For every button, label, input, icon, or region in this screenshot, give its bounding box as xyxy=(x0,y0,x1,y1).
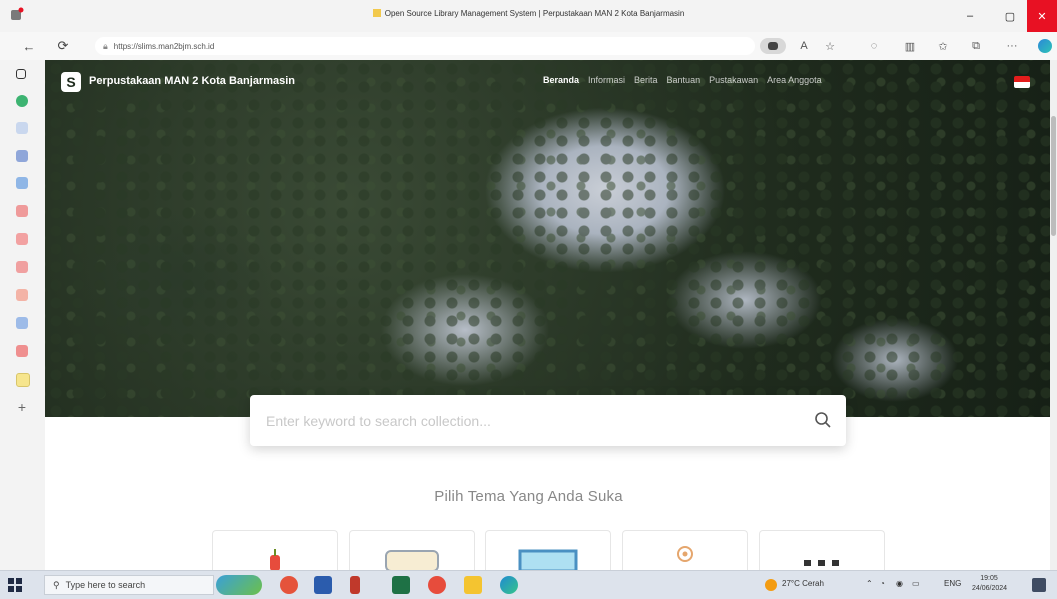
windows-taskbar: ⚲ Type here to search 27°C Cerah ⌃ ◔ ◉ ▭… xyxy=(0,570,1057,599)
nav-item-pustakawan[interactable]: Pustakawan xyxy=(709,75,758,85)
site-navigation: Beranda Informasi Berita Bantuan Pustaka… xyxy=(543,75,822,85)
favorites-icon[interactable]: ✩ xyxy=(935,38,951,54)
search-icon[interactable] xyxy=(810,407,836,433)
address-bar[interactable]: 🔒︎ https://slims.man2bjm.sch.id xyxy=(95,37,755,55)
forest-background-image xyxy=(45,60,1050,417)
tab-icon[interactable] xyxy=(16,150,28,162)
screen-icon xyxy=(518,549,578,571)
theme-card[interactable] xyxy=(759,530,885,571)
nav-item-bantuan[interactable]: Bantuan xyxy=(667,75,701,85)
copilot-icon[interactable] xyxy=(1038,39,1052,53)
excel-app-icon[interactable] xyxy=(392,576,410,594)
taskbar-search-box[interactable]: ⚲ Type here to search xyxy=(44,575,214,595)
tab-icon[interactable] xyxy=(16,317,28,329)
language-indicator[interactable]: ENG xyxy=(944,579,961,588)
taskbar-search-placeholder: Type here to search xyxy=(65,580,146,590)
collections-icon[interactable]: ⧉ xyxy=(968,38,984,54)
clock-date: 24/06/2024 xyxy=(972,585,1008,592)
nav-item-area-anggota[interactable]: Area Anggota xyxy=(767,75,822,85)
theme-card[interactable] xyxy=(485,530,611,571)
tab-actions-icon[interactable] xyxy=(16,69,26,79)
site-favicon-icon xyxy=(372,9,381,17)
theme-card[interactable] xyxy=(622,530,748,571)
tracking-prevention-icon[interactable] xyxy=(760,38,786,54)
browser-toolbar: ← ⟳ 🔒︎ https://slims.man2bjm.sch.id A ☆ … xyxy=(0,32,1057,61)
weather-sun-icon[interactable] xyxy=(765,579,777,591)
tab-icon[interactable] xyxy=(16,289,28,301)
close-window-button[interactable]: ✕ xyxy=(1027,0,1057,32)
favorite-star-icon[interactable]: ☆ xyxy=(822,38,838,54)
tab-icon[interactable] xyxy=(16,95,28,107)
read-aloud-icon[interactable]: A xyxy=(796,38,812,54)
taskbar-clock[interactable]: 19:05 24/06/2024 xyxy=(972,574,1008,594)
maximize-button[interactable]: ▢ xyxy=(995,0,1025,32)
hero-banner: S Perpustakaan MAN 2 Kota Banjarmasin Be… xyxy=(45,60,1050,417)
tray-chevron-icon[interactable]: ⌃ xyxy=(866,579,873,588)
windows-start-icon[interactable] xyxy=(8,578,22,592)
edge-browser-icon[interactable] xyxy=(500,576,518,594)
weather-text[interactable]: 27°C Cerah xyxy=(782,579,824,588)
owl-icon xyxy=(677,546,693,562)
more-themes-icon xyxy=(804,560,839,566)
office-app-icon[interactable] xyxy=(280,576,298,594)
browser-title-bar: Open Source Library Management System | … xyxy=(0,0,1057,32)
theme-card[interactable] xyxy=(212,530,338,571)
tab-icon[interactable] xyxy=(16,261,28,273)
minimize-button[interactable]: – xyxy=(955,0,985,32)
network-icon[interactable]: ◔ xyxy=(880,579,885,588)
apple-icon xyxy=(270,549,280,571)
search-input[interactable] xyxy=(264,409,788,433)
tab-icon[interactable] xyxy=(16,177,28,189)
more-options-icon[interactable]: ··· xyxy=(1004,38,1020,54)
tab-icon[interactable] xyxy=(16,233,28,245)
tab-icon[interactable] xyxy=(16,122,28,134)
window-title-text: Open Source Library Management System | … xyxy=(384,9,685,18)
back-button[interactable]: ← xyxy=(20,37,38,55)
widgets-landscape-icon[interactable] xyxy=(216,575,262,595)
file-explorer-icon[interactable] xyxy=(464,576,482,594)
new-tab-plus-icon[interactable]: + xyxy=(16,400,28,414)
tab-icon[interactable] xyxy=(16,373,30,387)
taskbar-app-icon[interactable] xyxy=(350,576,360,594)
site-logo[interactable]: S xyxy=(61,72,81,92)
word-app-icon[interactable] xyxy=(314,576,332,594)
window-title: Open Source Library Management System | … xyxy=(0,9,1057,18)
address-url: https://slims.man2bjm.sch.id xyxy=(113,41,215,51)
notification-icon[interactable] xyxy=(1032,578,1046,592)
battery-icon[interactable]: ▭ xyxy=(912,579,920,588)
theme-heading: Pilih Tema Yang Anda Suka xyxy=(434,488,623,505)
nav-item-beranda[interactable]: Beranda xyxy=(543,75,579,85)
nav-item-informasi[interactable]: Informasi xyxy=(588,75,625,85)
tab-icon[interactable] xyxy=(16,205,28,217)
nav-item-berita[interactable]: Berita xyxy=(634,75,658,85)
theme-card[interactable] xyxy=(349,530,475,571)
volume-icon[interactable]: ◉ xyxy=(896,579,903,588)
indonesia-flag-icon[interactable] xyxy=(1014,76,1030,88)
clock-time: 19:05 xyxy=(980,575,998,582)
tab-icon[interactable] xyxy=(16,345,28,357)
site-title[interactable]: Perpustakaan MAN 2 Kota Banjarmasin xyxy=(89,75,295,87)
scrollbar-thumb[interactable] xyxy=(1051,116,1056,236)
taskbar-app-icon[interactable] xyxy=(428,576,446,594)
page-scrollbar[interactable] xyxy=(1050,60,1057,570)
search-icon: ⚲ xyxy=(53,579,60,590)
collection-search-box xyxy=(250,395,846,446)
split-screen-icon[interactable]: ▥ xyxy=(902,38,918,54)
extensions-icon[interactable]: ◌ xyxy=(866,38,882,54)
refresh-button[interactable]: ⟳ xyxy=(54,37,72,55)
scroll-icon xyxy=(385,550,439,571)
lock-icon: 🔒︎ xyxy=(103,40,108,51)
